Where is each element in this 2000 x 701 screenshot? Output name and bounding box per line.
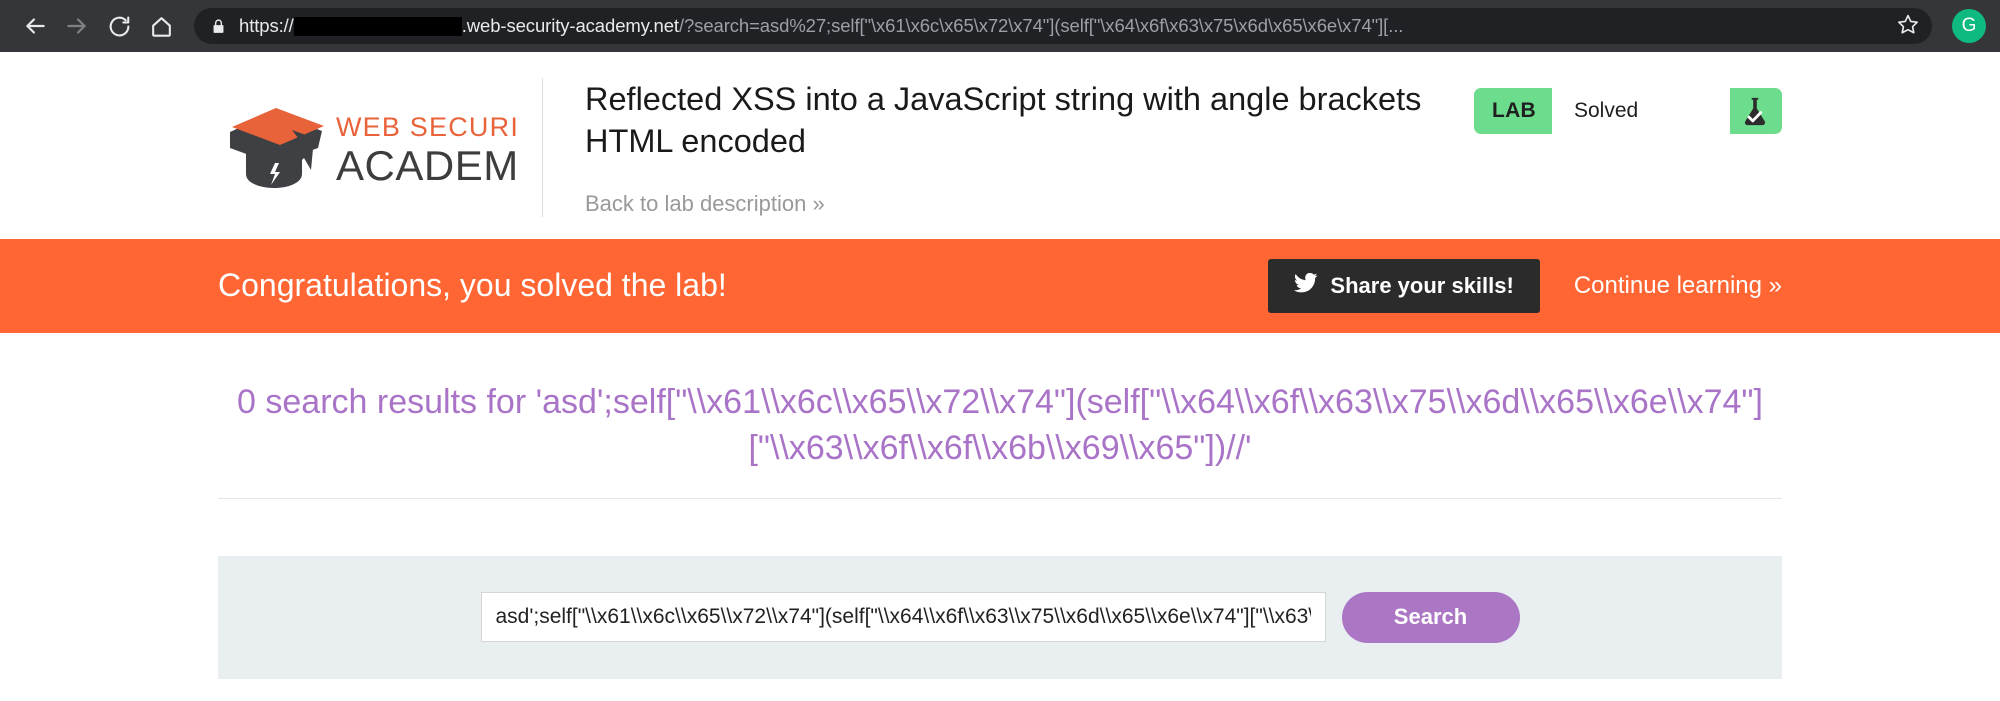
continue-learning-link[interactable]: Continue learning » — [1574, 272, 1782, 300]
url-text: https:// .web-security-academy.net/?searc… — [239, 15, 1886, 37]
forward-button[interactable] — [56, 5, 98, 47]
lab-status-badge: LAB Solved — [1474, 88, 1782, 134]
profile-avatar[interactable]: G — [1952, 9, 1986, 43]
address-bar[interactable]: https:// .web-security-academy.net/?searc… — [194, 8, 1932, 44]
academy-logo[interactable]: WEB SECURITY ACADEMY — [218, 78, 518, 196]
reload-button[interactable] — [98, 5, 140, 47]
twitter-bird-icon — [1294, 273, 1318, 299]
content-divider — [218, 498, 1782, 499]
search-input[interactable] — [481, 592, 1326, 642]
solved-banner: Congratulations, you solved the lab! Sha… — [0, 239, 2000, 333]
lock-icon — [210, 17, 227, 36]
browser-toolbar: https:// .web-security-academy.net/?searc… — [0, 0, 2000, 52]
profile-initial: G — [1962, 15, 1977, 37]
svg-text:ACADEMY: ACADEMY — [336, 142, 518, 189]
page-title: Reflected XSS into a JavaScript string w… — [585, 78, 1454, 163]
reload-icon — [107, 14, 132, 39]
search-results-heading: 0 search results for 'asd';self["\\x61\\… — [218, 333, 1782, 498]
url-redaction-block — [294, 17, 462, 36]
url-scheme: https:// — [239, 15, 294, 37]
status-badge: Solved — [1552, 88, 1730, 134]
main-content: 0 search results for 'asd';self["\\x61\\… — [0, 333, 2000, 679]
share-your-skills-button[interactable]: Share your skills! — [1268, 259, 1539, 313]
site-header: WEB SECURITY ACADEMY Reflected XSS into … — [0, 52, 2000, 239]
back-to-lab-description-link[interactable]: Back to lab description » — [585, 191, 825, 217]
home-icon — [149, 14, 174, 39]
lab-badge-tag: LAB — [1474, 88, 1552, 134]
lab-title-block: Reflected XSS into a JavaScript string w… — [542, 78, 1454, 217]
url-path: /?search=asd%27;self["\x61\x6c\x65\x72\x… — [679, 15, 1403, 37]
flask-check-icon — [1730, 88, 1782, 134]
banner-message: Congratulations, you solved the lab! — [218, 267, 1268, 304]
url-host: .web-security-academy.net — [462, 15, 679, 37]
star-icon — [1897, 13, 1919, 40]
bookmark-button[interactable] — [1890, 8, 1926, 44]
share-button-label: Share your skills! — [1330, 273, 1513, 299]
search-panel: Search — [218, 556, 1782, 679]
svg-text:WEB SECURITY: WEB SECURITY — [336, 112, 518, 142]
home-button[interactable] — [140, 5, 182, 47]
arrow-right-icon — [64, 13, 90, 39]
graduation-cap-icon: WEB SECURITY ACADEMY — [218, 86, 518, 191]
search-button[interactable]: Search — [1342, 592, 1520, 643]
arrow-left-icon — [22, 13, 48, 39]
back-button[interactable] — [14, 5, 56, 47]
